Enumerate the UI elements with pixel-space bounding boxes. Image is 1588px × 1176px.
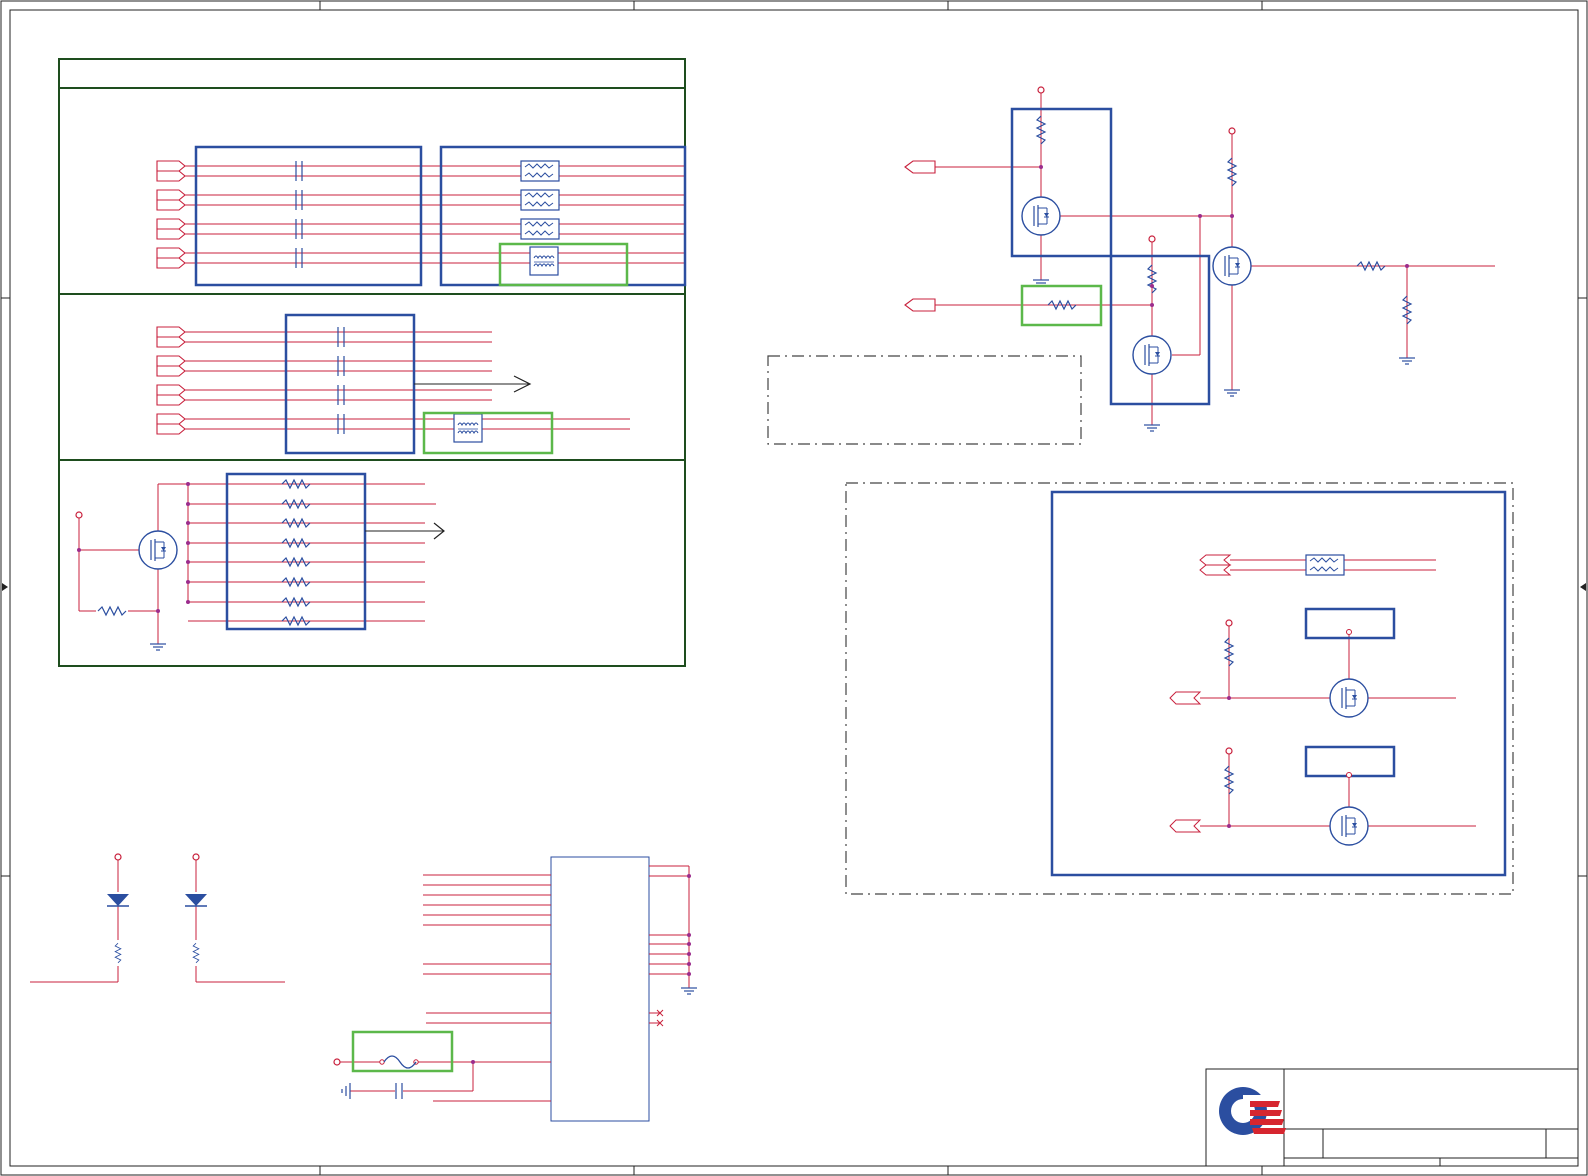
common-mode-choke-icon (529, 246, 559, 276)
off-page-connector-icon (156, 160, 186, 172)
off-page-connector-icon (156, 257, 186, 269)
off-page-connector-icon (904, 298, 936, 312)
bus-arrow-icon (365, 522, 445, 540)
capacitor-icon (395, 1083, 403, 1099)
off-page-connector-icon (156, 247, 186, 259)
no-connect-icon (656, 1009, 664, 1027)
off-page-connector-icon (156, 423, 186, 435)
schematic-sheet (0, 0, 1588, 1176)
ferrite-bead-icon (1305, 554, 1345, 576)
logic-box (1304, 745, 1396, 778)
off-page-connector-icon (156, 336, 186, 348)
off-page-connector-icon (156, 199, 186, 211)
ferrite-bead-icon (520, 160, 560, 182)
ground-icon (680, 979, 698, 995)
section-cap-bead-array (156, 145, 687, 287)
power-switch-circuit (767, 86, 1495, 445)
resistor-icon (192, 942, 200, 964)
resistor-array-box (225, 472, 367, 631)
capacitor-icon (295, 160, 303, 182)
resistor-icon (114, 942, 122, 964)
ground-icon (1143, 416, 1161, 432)
led-icon (185, 894, 207, 907)
off-page-connector-icon (156, 326, 186, 338)
off-page-connector-icon (156, 394, 186, 406)
ground-icon (1032, 271, 1050, 287)
capacitor-icon (337, 384, 345, 406)
capacitor-icon (295, 218, 303, 240)
interface-filter-frame (58, 58, 686, 667)
capacitor-icon (337, 413, 345, 435)
capacitor-icon (295, 189, 303, 211)
connector-ic (333, 856, 698, 1122)
power-rail-icon (1225, 747, 1233, 755)
ground-icon (1398, 349, 1416, 365)
connector-ic-body-icon (550, 856, 650, 1122)
fuse-icon (379, 1055, 419, 1069)
off-page-connector-icon (156, 228, 186, 240)
ports-group-1 (156, 160, 186, 269)
mosfet-icon (1329, 678, 1369, 718)
switch-box (1109, 254, 1211, 406)
mosfet-icon (1329, 806, 1369, 846)
title-block (1205, 1068, 1579, 1167)
power-rail-icon (1148, 235, 1156, 243)
ferrite-bead-icon (520, 218, 560, 240)
power-rail-icon (1037, 86, 1045, 94)
capacitor-array-box (284, 313, 416, 455)
resistor-icon (97, 606, 127, 616)
sheet-border (0, 0, 1588, 1176)
wires-group-1 (185, 165, 685, 264)
off-page-connector-icon (156, 384, 186, 396)
ferrite-bead-array-box (439, 145, 687, 287)
power-rail-icon (192, 853, 200, 861)
level-shifter-block (845, 482, 1514, 895)
power-rail-icon (75, 511, 83, 519)
led-indicators (30, 853, 285, 983)
bidir-port-icon (1169, 691, 1202, 705)
power-rail-icon (1228, 127, 1236, 135)
section-pullup-array (75, 472, 445, 651)
capacitor-array-box (194, 145, 423, 287)
power-rail-icon (333, 1058, 341, 1066)
off-page-connector-icon (156, 218, 186, 230)
mosfet-icon (1021, 196, 1061, 236)
off-page-connector-icon (156, 365, 186, 377)
mosfet-icon (1132, 335, 1172, 375)
ground-icon (149, 635, 167, 651)
mosfet-icon (1212, 246, 1252, 286)
switch-box (1010, 107, 1113, 258)
off-page-connector-icon (156, 355, 186, 367)
bidir-port-icon (1199, 554, 1232, 576)
ferrite-bead-icon (520, 189, 560, 211)
highlight-box (498, 242, 629, 287)
note-box-dashed (767, 355, 1082, 445)
off-page-connector-icon (156, 189, 186, 201)
off-page-connector-icon (156, 170, 186, 182)
mosfet-icon (138, 530, 178, 570)
section-cap-array-2 (156, 313, 630, 455)
capacitor-icon (295, 247, 303, 269)
off-page-connector-icon (904, 160, 936, 174)
ground-icon (341, 1083, 351, 1099)
capacitor-icon (337, 326, 345, 348)
capacitor-icon (337, 355, 345, 377)
bidir-port-icon (1169, 819, 1202, 833)
power-rail-icon (114, 853, 122, 861)
led-icon (107, 894, 129, 907)
level-shift-box (1050, 490, 1507, 877)
ground-icon (1223, 381, 1241, 397)
common-mode-choke-icon (453, 413, 483, 443)
off-page-connector-icon (156, 413, 186, 425)
power-rail-icon (1225, 619, 1233, 627)
